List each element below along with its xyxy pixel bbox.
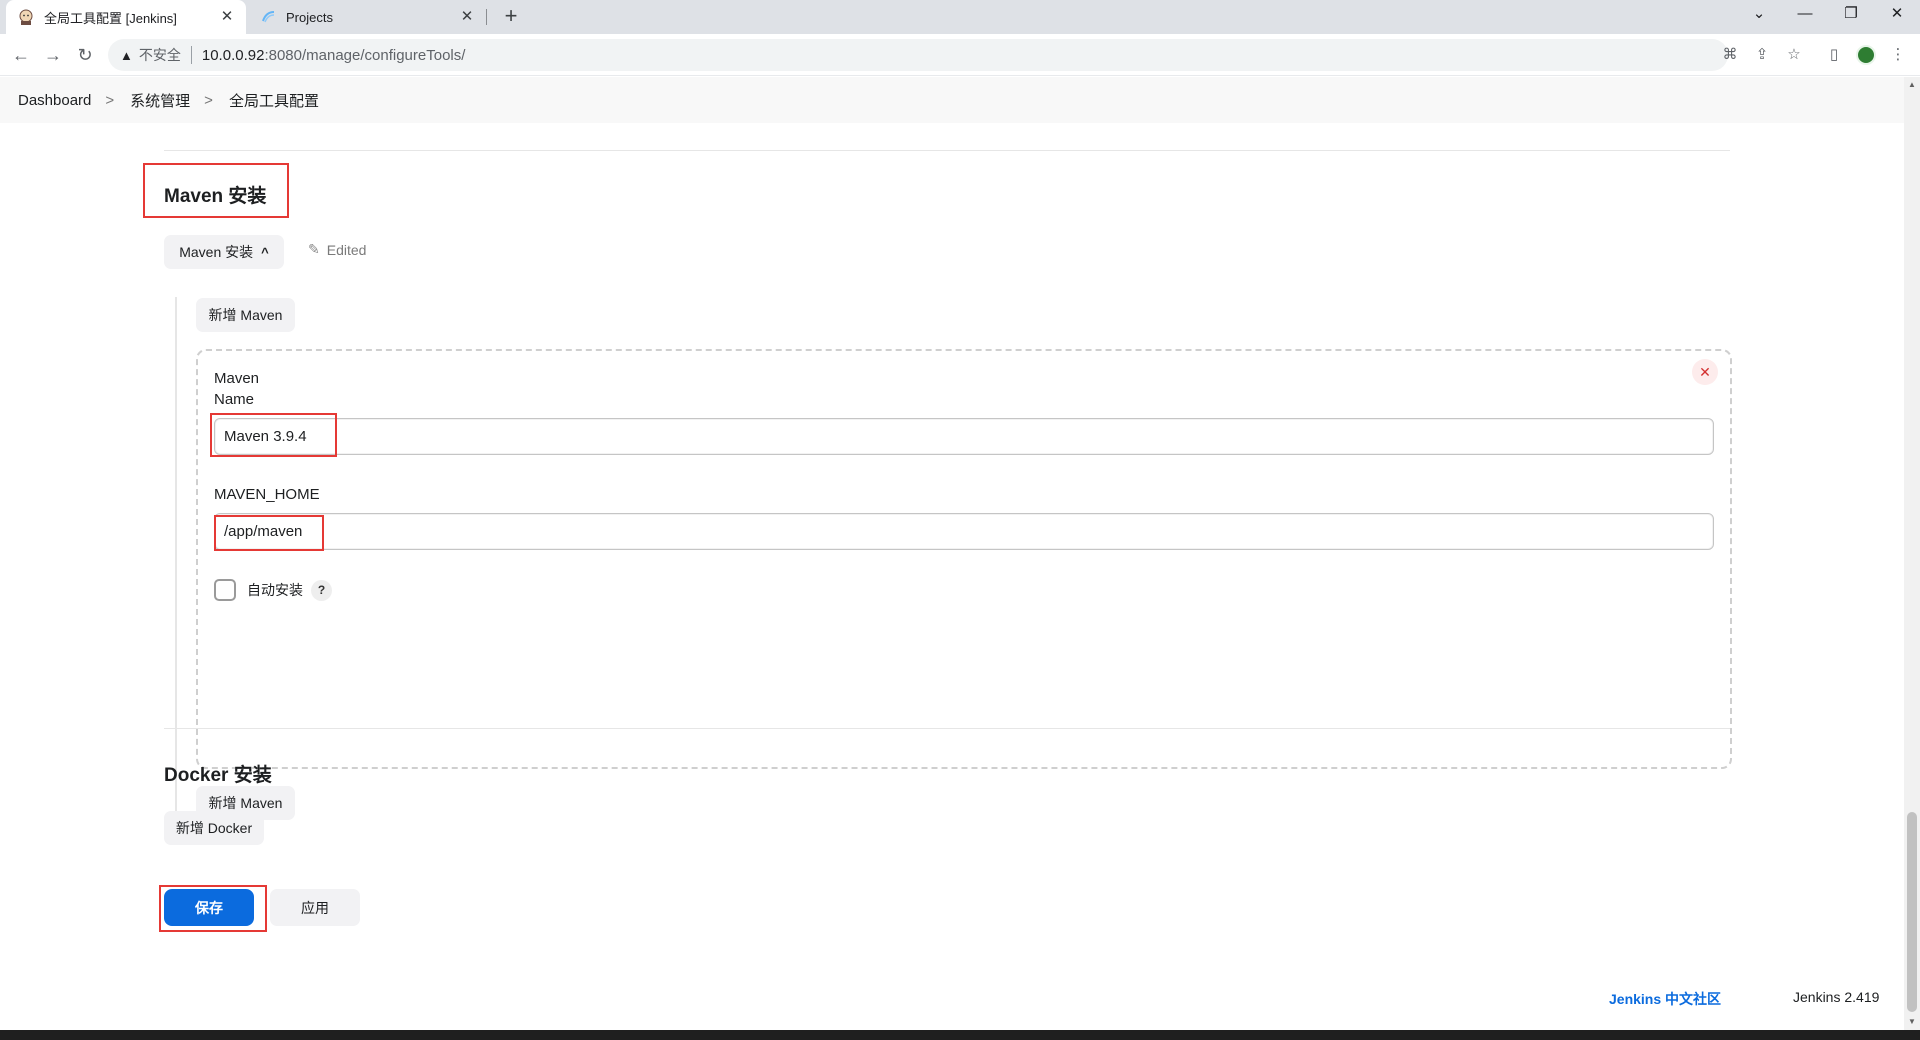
breadcrumb-dashboard[interactable]: Dashboard — [18, 92, 91, 109]
bookmark-star-icon[interactable]: ☆ — [1782, 43, 1806, 67]
chevron-up-icon: ^ — [261, 244, 269, 260]
back-icon[interactable]: ← — [8, 42, 34, 68]
browser-toolbar: ← → ↻ ▲ 不安全 10.0.0.92 :8080/manage/confi… — [0, 34, 1920, 76]
delete-icon[interactable]: ✕ — [1692, 359, 1718, 385]
address-divider — [190, 46, 192, 64]
highlight-box — [214, 515, 324, 551]
maven-name-label-line1: Maven — [214, 370, 260, 387]
edited-indicator: ✎ Edited — [308, 241, 366, 258]
maven-home-label: MAVEN_HOME — [214, 486, 320, 503]
jenkins-version[interactable]: Jenkins 2.419 — [1793, 989, 1879, 1005]
breadcrumb: Dashboard > 系统管理 > 全局工具配置 — [0, 77, 1904, 123]
tab-jenkins-config[interactable]: 全局工具配置 [Jenkins] ✕ — [6, 0, 246, 34]
address-bar[interactable]: ▲ 不安全 10.0.0.92 :8080/manage/configureTo… — [108, 39, 1728, 71]
jenkins-community-link[interactable]: Jenkins 中文社区 — [1609, 989, 1721, 1009]
os-taskbar — [0, 1030, 1920, 1040]
security-label[interactable]: 不安全 — [139, 45, 181, 65]
tab-close-icon[interactable]: ✕ — [458, 8, 476, 26]
forward-icon[interactable]: → — [40, 42, 66, 68]
breadcrumb-system-manage[interactable]: 系统管理 — [130, 90, 190, 111]
url-host: 10.0.0.92 — [201, 46, 265, 64]
url-path: :8080/manage/configureTools/ — [264, 46, 466, 64]
reload-icon[interactable]: ↻ — [72, 42, 98, 68]
maven-toggle-button[interactable]: Maven 安装 ^ — [164, 235, 284, 269]
breadcrumb-global-tools[interactable]: 全局工具配置 — [229, 90, 319, 111]
save-button[interactable]: 保存 — [164, 889, 254, 926]
scrollbar-thumb[interactable] — [1907, 812, 1917, 1012]
highlight-box — [210, 413, 337, 457]
maven-installation-card — [196, 349, 1732, 769]
browser-menu-icon[interactable]: ⋮ — [1886, 43, 1910, 67]
pencil-icon: ✎ — [308, 241, 320, 257]
add-maven-button-top[interactable]: 新增 Maven — [196, 298, 295, 332]
tab-projects[interactable]: Projects ✕ — [250, 0, 486, 34]
jenkins-favicon-icon — [19, 9, 33, 25]
maven-name-label-line2: Name — [214, 391, 255, 408]
chevron-right-icon: > — [204, 91, 213, 109]
section-indent-line — [175, 297, 177, 823]
chevron-right-icon: > — [105, 91, 115, 109]
apply-button[interactable]: 应用 — [270, 889, 360, 926]
tab-search-dropdown-icon[interactable]: ⌄ — [1736, 0, 1782, 30]
side-panel-icon[interactable]: ▯ — [1822, 43, 1846, 67]
page-scrollbar[interactable]: ▲ ▼ — [1904, 77, 1920, 1030]
auto-install-checkbox[interactable] — [214, 579, 236, 601]
window-close-icon[interactable]: ✕ — [1874, 0, 1920, 30]
tab-divider — [486, 9, 487, 25]
main-content: Maven 安装 Maven 安装 ^ ✎ Edited 新增 Maven ✕ … — [0, 123, 1904, 1030]
tab-close-icon[interactable]: ✕ — [218, 8, 236, 26]
auto-install-label[interactable]: 自动安装 — [247, 580, 303, 601]
tab-title: Projects — [286, 9, 333, 25]
maven-section-title: Maven 安装 — [164, 186, 267, 207]
scroll-down-icon[interactable]: ▼ — [1904, 1014, 1920, 1030]
share-icon[interactable]: ⇪ — [1750, 43, 1774, 67]
section-divider — [164, 150, 1730, 151]
maven-name-label: Maven Name — [214, 368, 259, 410]
maven-name-input[interactable]: Maven 3.9.4 — [214, 418, 1714, 455]
help-icon[interactable]: ? — [311, 580, 332, 601]
new-tab-icon[interactable]: + — [498, 5, 524, 29]
add-docker-button[interactable]: 新增 Docker — [164, 811, 264, 845]
edited-label: Edited — [326, 241, 367, 258]
warning-icon[interactable]: ▲ — [120, 48, 133, 63]
maven-home-input[interactable]: /app/maven — [214, 513, 1714, 550]
maven-toggle-label: Maven 安装 — [179, 244, 254, 260]
browser-tab-bar: 全局工具配置 [Jenkins] ✕ Projects ✕ + ⌄ — ❐ ✕ — [0, 0, 1920, 34]
restore-icon[interactable]: ❐ — [1828, 0, 1874, 30]
profile-avatar[interactable] — [1856, 45, 1876, 65]
scroll-up-icon[interactable]: ▲ — [1904, 77, 1920, 93]
minimize-icon[interactable]: — — [1782, 0, 1828, 30]
tab-title: 全局工具配置 [Jenkins] — [44, 10, 177, 26]
section-divider — [164, 728, 1730, 729]
docker-section-title: Docker 安装 — [164, 765, 272, 786]
translate-icon[interactable]: ⌘ — [1718, 43, 1742, 67]
projects-favicon-icon — [262, 11, 275, 23]
